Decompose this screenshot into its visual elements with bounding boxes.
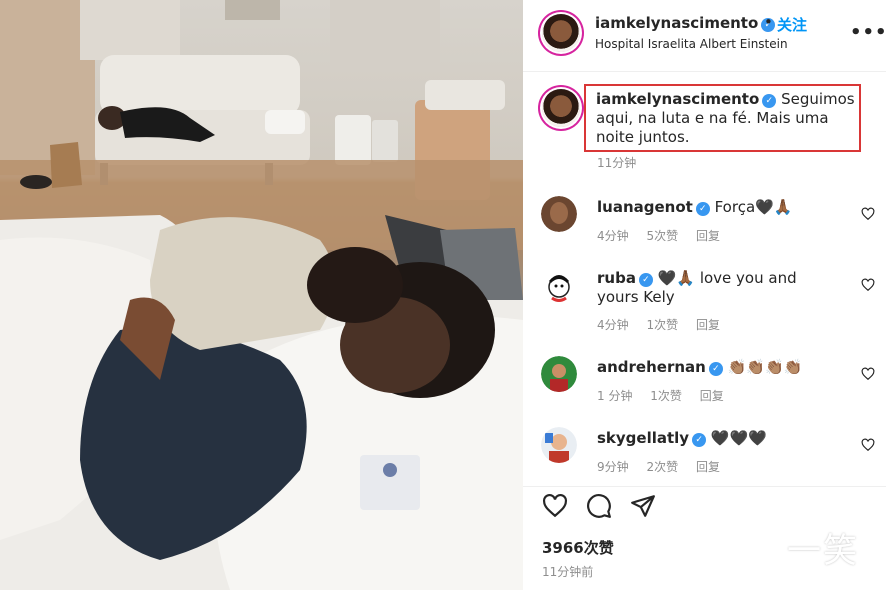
- comment-time: 9分钟: [597, 460, 629, 474]
- author-username[interactable]: iamkelynascimento ✓: [595, 14, 776, 32]
- follow-button[interactable]: 关注: [777, 14, 807, 35]
- post-photo[interactable]: [0, 0, 523, 590]
- comment-time: 1 分钟: [597, 389, 633, 403]
- heart-icon[interactable]: [542, 493, 568, 519]
- post-timestamp: 11分钟前: [542, 565, 594, 579]
- comment-meta: 9分钟 2次赞 回复: [597, 458, 734, 475]
- comment-likes[interactable]: 2次赞: [646, 460, 678, 474]
- comment-item: luanagenot ✓ Força🖤🙏🏾 4分钟 5次赞 回复: [523, 196, 886, 274]
- comment-text: ruba ✓ 🖤🙏🏾 love you and yours Kely: [597, 269, 837, 307]
- comment-like-heart-icon[interactable]: [861, 367, 875, 381]
- commenter-avatar[interactable]: [541, 267, 577, 303]
- verified-badge-icon: ✓: [695, 202, 710, 216]
- post-side-panel: iamkelynascimento ✓ • 关注 Hospital Israeli…: [523, 0, 886, 590]
- comment-meta: 4分钟 1次赞 回复: [597, 316, 734, 333]
- reply-button[interactable]: 回复: [696, 318, 720, 332]
- commenter-avatar[interactable]: [541, 196, 577, 232]
- comment-time: 4分钟: [597, 229, 629, 243]
- caption-body: iamkelynascimento ✓ Seguimos aqui, na lut…: [596, 90, 858, 147]
- comment-icon[interactable]: [586, 493, 612, 519]
- author-username-text[interactable]: iamkelynascimento: [595, 14, 758, 32]
- post-actions: 3966次赞 11分钟前 一笑: [523, 486, 886, 590]
- comment-likes[interactable]: 1次赞: [650, 389, 682, 403]
- verified-badge-icon: ✓: [708, 362, 723, 376]
- comment-like-heart-icon[interactable]: [861, 438, 875, 452]
- share-icon[interactable]: [630, 493, 656, 519]
- comment-item: ruba ✓ 🖤🙏🏾 love you and yours Kely 4分钟 1次…: [523, 267, 886, 345]
- commenter-avatar[interactable]: [541, 356, 577, 392]
- comment-text: andrehernan ✓ 👏🏽👏🏽👏🏽👏🏽: [597, 358, 837, 377]
- comment-like-heart-icon[interactable]: [861, 207, 875, 221]
- more-horizontal-icon[interactable]: •••: [850, 22, 886, 43]
- author-avatar[interactable]: [542, 14, 580, 52]
- comment-likes[interactable]: 5次赞: [646, 229, 678, 243]
- comment-body: Força🖤🙏🏾: [714, 198, 793, 216]
- post-caption: iamkelynascimento ✓ Seguimos aqui, na lut…: [523, 72, 886, 182]
- reply-button[interactable]: 回复: [700, 389, 724, 403]
- comment-text: luanagenot ✓ Força🖤🙏🏾: [597, 198, 837, 217]
- separator-dot: •: [764, 13, 773, 31]
- commenter-username[interactable]: luanagenot: [597, 198, 693, 216]
- reply-button[interactable]: 回复: [696, 229, 720, 243]
- comment-text: skygellatly ✓ 🖤🖤🖤: [597, 429, 837, 448]
- comment-item: andrehernan ✓ 👏🏽👏🏽👏🏽👏🏽 1 分钟 1次赞 回复: [523, 356, 886, 434]
- reply-button[interactable]: 回复: [696, 460, 720, 474]
- verified-badge-icon: ✓: [692, 433, 707, 447]
- verified-badge-icon: ✓: [638, 273, 653, 287]
- caption-timestamp: 11分钟: [597, 156, 637, 170]
- comment-time: 4分钟: [597, 318, 629, 332]
- commenter-avatar[interactable]: [541, 427, 577, 463]
- verified-badge-icon: ✓: [762, 94, 777, 108]
- comment-body: 👏🏽👏🏽👏🏽👏🏽: [727, 358, 803, 376]
- watermark-text: 一笑: [787, 531, 859, 571]
- commenter-username[interactable]: ruba: [597, 269, 636, 287]
- post-header: iamkelynascimento ✓ • 关注 Hospital Israeli…: [523, 0, 886, 72]
- caption-author-avatar[interactable]: [542, 89, 580, 127]
- commenter-username[interactable]: skygellatly: [597, 429, 689, 447]
- comment-body: 🖤🖤🖤: [710, 429, 767, 447]
- comment-like-heart-icon[interactable]: [861, 278, 875, 292]
- caption-username[interactable]: iamkelynascimento: [596, 90, 759, 108]
- location-link[interactable]: Hospital Israelita Albert Einstein: [595, 37, 788, 51]
- commenter-username[interactable]: andrehernan: [597, 358, 706, 376]
- comment-meta: 1 分钟 1次赞 回复: [597, 387, 738, 404]
- comment-likes[interactable]: 1次赞: [646, 318, 678, 332]
- like-count[interactable]: 3966次赞: [542, 537, 614, 558]
- comment-meta: 4分钟 5次赞 回复: [597, 227, 734, 244]
- hospital-room-photo: [0, 0, 523, 590]
